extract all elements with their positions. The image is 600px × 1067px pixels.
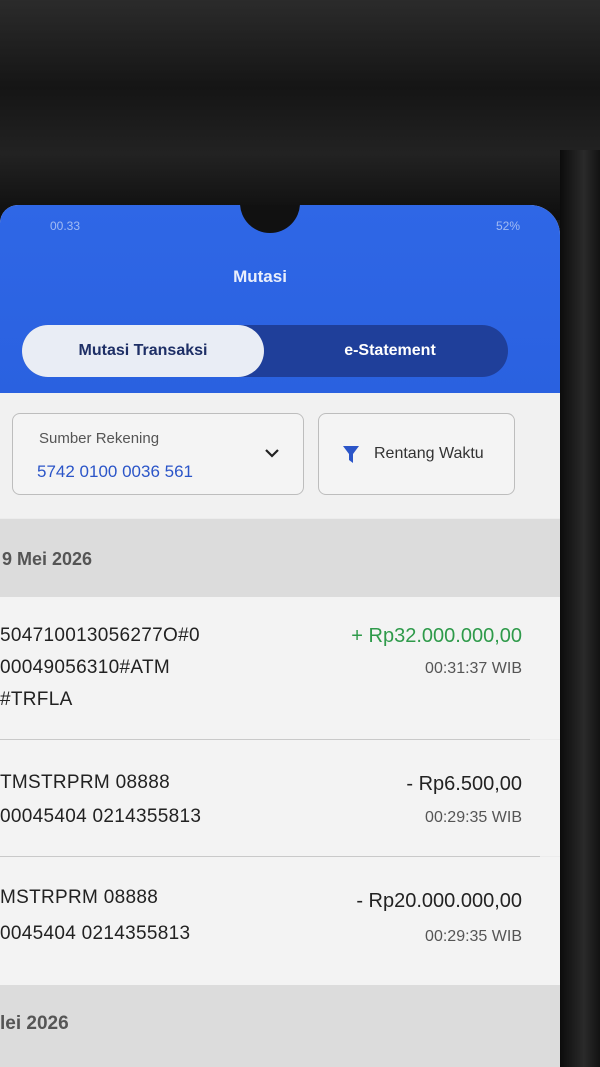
account-selector[interactable]: Sumber Rekening 5742 0100 0036 561 xyxy=(12,413,304,495)
transaction-description-line: MSTRPRM 08888 xyxy=(0,887,159,908)
phone-screen: 00.33 52% Mutasi Mutasi Transaksi e-Stat… xyxy=(0,205,560,1067)
phone-bezel-top xyxy=(0,0,600,220)
date-text: lei 2026 xyxy=(0,1013,69,1034)
battery-level: 52% xyxy=(495,219,520,233)
transaction-amount: + Rp32.000.000,00 xyxy=(351,625,522,647)
transaction-time: 00:29:35 WIB xyxy=(425,809,522,826)
transaction-description-line: #TRFLA xyxy=(0,689,73,710)
transaction-amount: - Rp20.000.000,00 xyxy=(356,890,522,912)
tab-e-statement[interactable]: e-Statement xyxy=(272,325,508,377)
transaction-description-line: 00049056310#ATM xyxy=(0,657,170,678)
transaction-description-line: 504710013056277O#0 xyxy=(0,625,200,646)
transaction-item[interactable]: TMSTRPRM 08888 00045404 0214355813 - Rp6… xyxy=(0,740,560,856)
chevron-down-icon xyxy=(265,449,279,458)
transaction-description-line: 0045404 0214355813 xyxy=(0,923,191,944)
time-range-button[interactable]: Rentang Waktu xyxy=(318,413,515,495)
phone-bezel-right xyxy=(560,150,600,1067)
transaction-time: 00:31:37 WIB xyxy=(425,660,522,677)
transaction-amount: - Rp6.500,00 xyxy=(406,773,522,795)
date-text: 9 Mei 2026 xyxy=(2,549,93,569)
tab-bar: Mutasi Transaksi e-Statement xyxy=(22,325,508,377)
time-range-label: Rentang Waktu xyxy=(374,445,484,462)
date-header: lei 2026 xyxy=(0,985,560,1067)
page-title: Mutasi xyxy=(233,267,287,286)
transaction-item[interactable]: MSTRPRM 08888 0045404 0214355813 - Rp20.… xyxy=(0,857,560,985)
app-header: 00.33 52% Mutasi Mutasi Transaksi e-Stat… xyxy=(0,205,560,393)
transaction-description-line: TMSTRPRM 08888 xyxy=(0,772,170,793)
tab-mutasi-transaksi[interactable]: Mutasi Transaksi xyxy=(22,325,264,377)
date-header: 9 Mei 2026 xyxy=(0,519,560,597)
filter-icon xyxy=(343,446,359,463)
status-time: 00.33 xyxy=(50,219,81,233)
transaction-description-line: 00045404 0214355813 xyxy=(0,806,202,827)
transaction-time: 00:29:35 WIB xyxy=(425,928,522,945)
account-number: 5742 0100 0036 561 xyxy=(37,462,193,481)
transaction-item[interactable]: 504710013056277O#0 00049056310#ATM #TRFL… xyxy=(0,597,560,739)
account-label: Sumber Rekening xyxy=(39,430,160,447)
